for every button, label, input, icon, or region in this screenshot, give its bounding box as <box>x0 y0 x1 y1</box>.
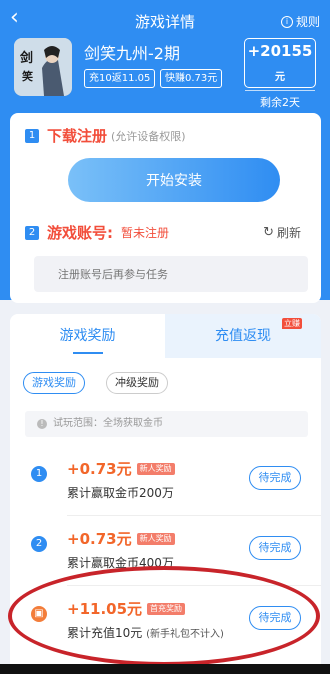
task-number: 1 <box>31 466 47 482</box>
rules-label: 规则 <box>295 15 320 29</box>
hot-badge: 立赚 <box>282 318 302 329</box>
step-label: 下载注册 <box>47 127 108 145</box>
tab-label: 充值返现 <box>215 328 271 344</box>
tab-bar: 游戏奖励 充值返现 立赚 <box>10 314 321 358</box>
info-icon: i <box>280 15 293 28</box>
tab-active-indicator <box>73 352 103 354</box>
svg-text:剑: 剑 <box>19 50 33 66</box>
task-number: 2 <box>31 536 47 552</box>
step-number: 1 <box>25 128 39 143</box>
total-reward-box: +20155元 剩余2天 <box>244 38 316 109</box>
game-name: 剑笑九州-2期 <box>84 44 180 63</box>
step-label: 游戏账号: <box>47 224 113 242</box>
game-icon: 剑 笑 <box>14 38 72 96</box>
step-account: 2 游戏账号: 暂未注册 <box>25 222 169 243</box>
rules-link[interactable]: i 规则 <box>280 13 320 30</box>
total-reward-amount: +20155元 <box>245 39 315 91</box>
account-status: 暂未注册 <box>121 226 170 240</box>
account-input[interactable] <box>34 256 308 292</box>
refresh-button[interactable]: ↻ 刷新 <box>263 224 301 241</box>
pending-button[interactable]: 待完成 <box>249 466 301 490</box>
refresh-icon: ↻ <box>263 225 274 240</box>
task-badge: 新人奖励 <box>136 532 175 545</box>
task-row: 1 +0.73元 新人奖励 累计赢取金币200万 待完成 <box>10 446 321 516</box>
tab-label: 游戏奖励 <box>59 328 116 344</box>
task-description: 累计赢取金币200万 <box>67 486 174 500</box>
highlight-annotation <box>8 566 320 666</box>
tab-recharge-cashback[interactable]: 充值返现 立赚 <box>165 314 321 358</box>
remaining-days: 剩余2天 <box>260 96 300 109</box>
refresh-label: 刷新 <box>276 226 301 240</box>
filter-game-rewards[interactable]: 游戏奖励 <box>23 372 85 394</box>
task-badge: 新人奖励 <box>136 462 175 475</box>
nav-bar: ‹ 游戏详情 i 规则 <box>0 0 330 40</box>
steps-card: 1 下载注册 (允许设备权限) 开始安装 2 游戏账号: 暂未注册 ↻ 刷新 <box>10 113 321 303</box>
step-hint: (允许设备权限) <box>111 129 186 143</box>
info-icon: ! <box>37 419 47 429</box>
scope-notice: ! 试玩范围：全场获取金币 <box>25 411 308 437</box>
step-number: 2 <box>25 225 39 240</box>
tag-quick-earn: 快赚0.73元 <box>160 69 223 88</box>
tag-recharge: 充10返11.05 <box>84 69 156 88</box>
svg-text:笑: 笑 <box>22 69 33 83</box>
task-reward: +0.73元 新人奖励 <box>67 528 175 549</box>
task-reward: +0.73元 新人奖励 <box>67 458 175 479</box>
step-download: 1 下载注册 (允许设备权限) <box>25 125 186 146</box>
pending-button[interactable]: 待完成 <box>249 536 301 560</box>
start-install-button[interactable]: 开始安装 <box>68 158 280 202</box>
tab-game-rewards[interactable]: 游戏奖励 <box>10 314 165 358</box>
filter-level-rewards[interactable]: 冲级奖励 <box>106 372 168 394</box>
bottom-bar <box>0 664 330 674</box>
scope-text: 试玩范围：全场获取金币 <box>53 418 163 429</box>
